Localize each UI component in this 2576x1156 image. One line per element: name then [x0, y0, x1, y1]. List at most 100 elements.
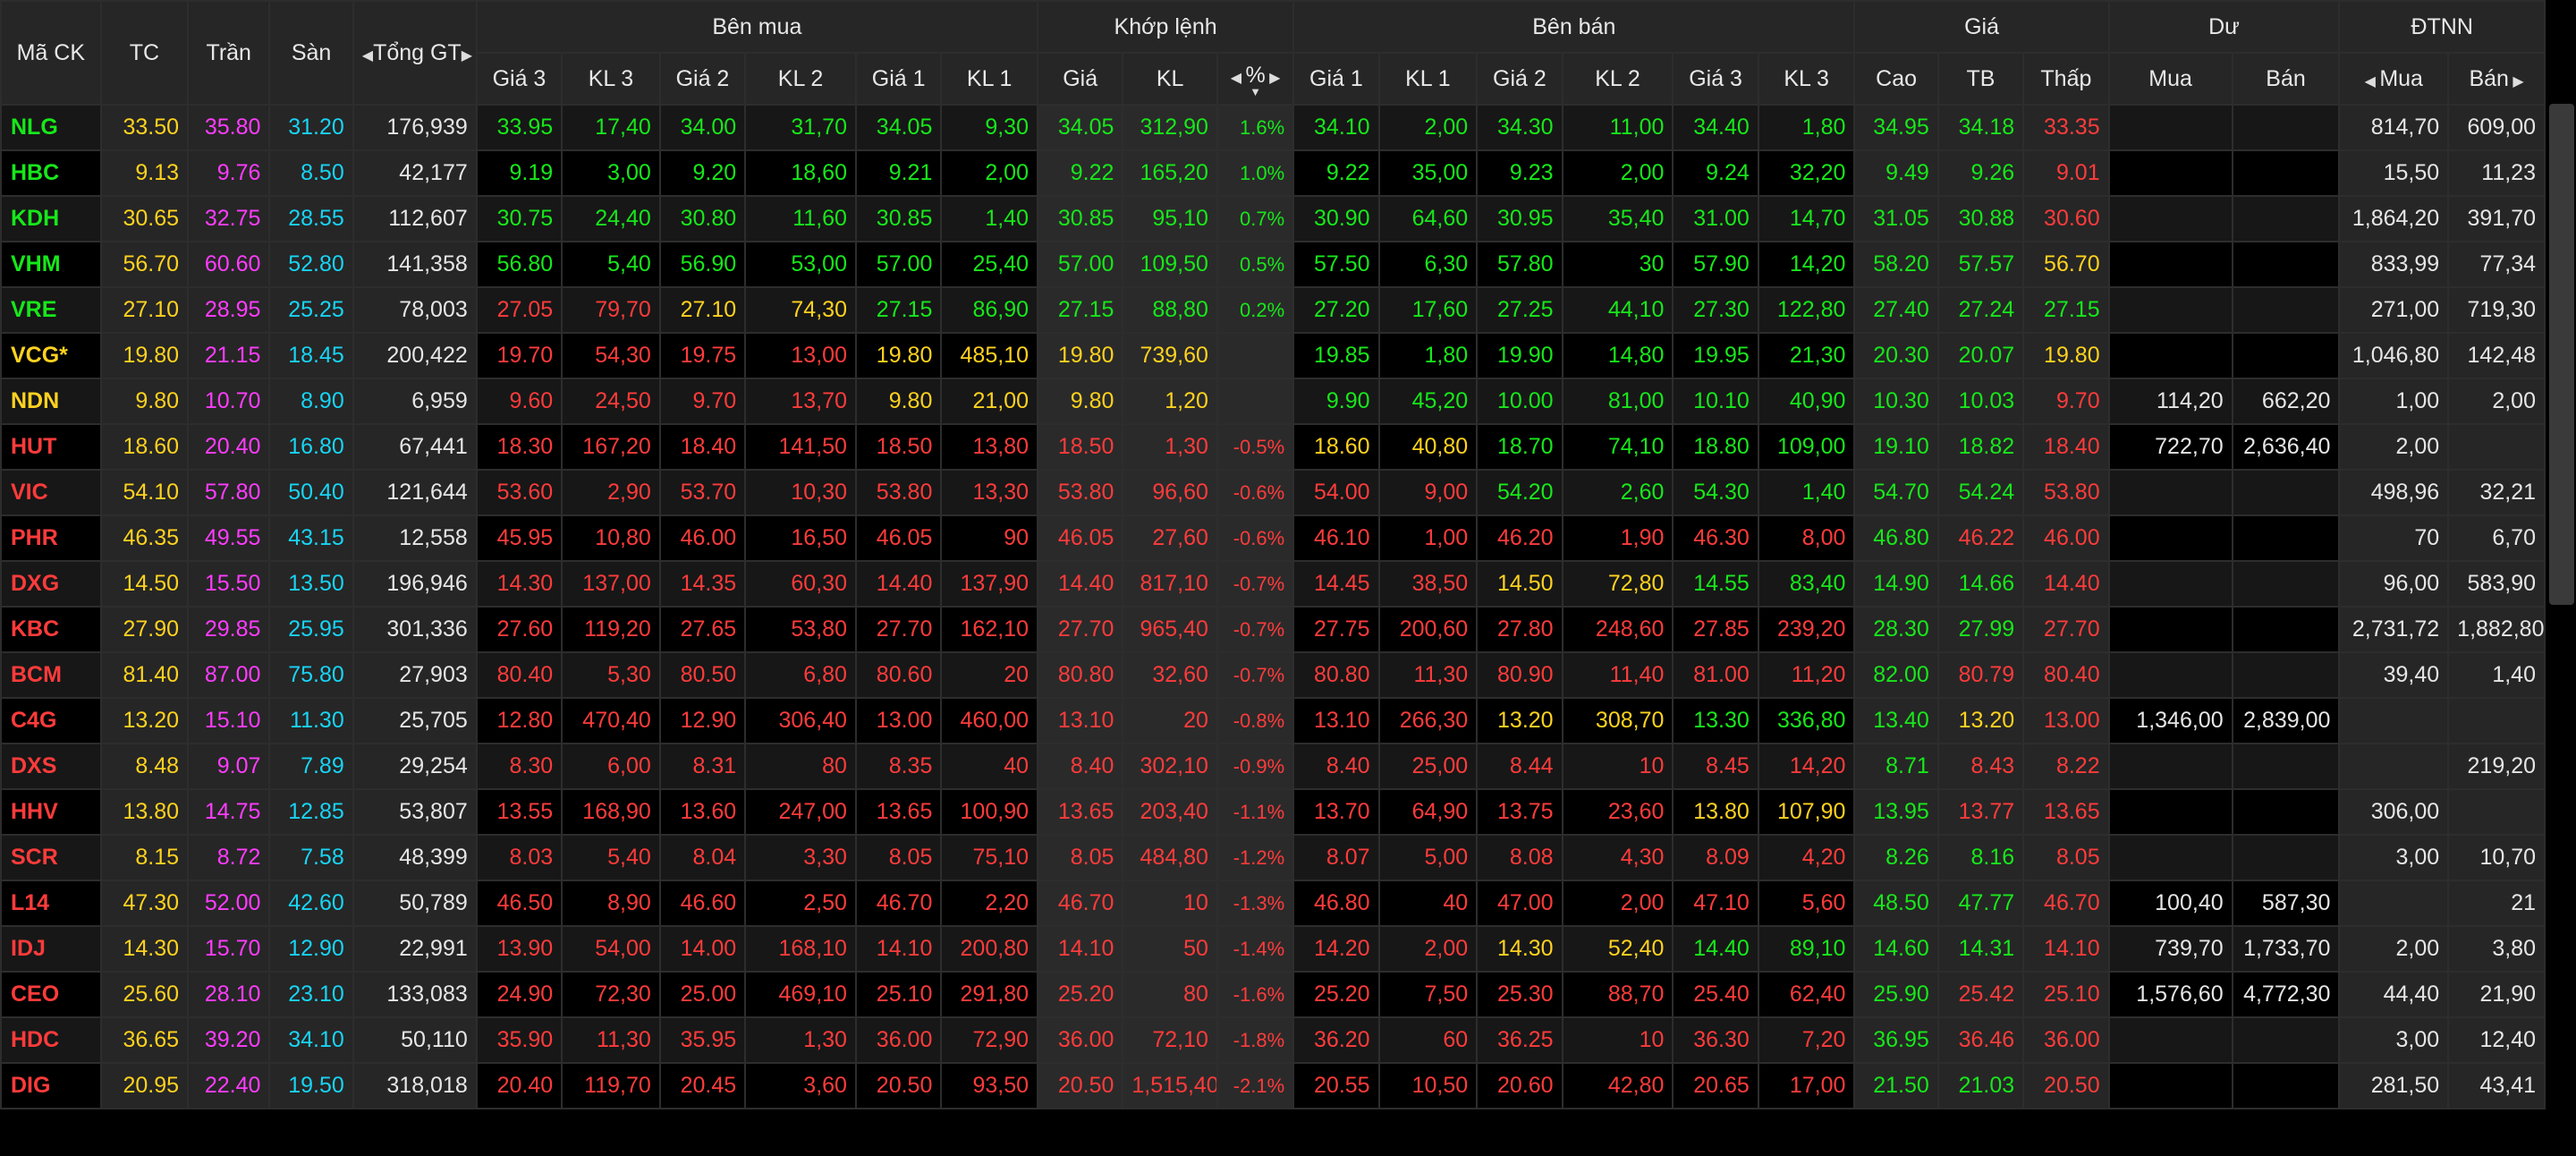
buy-vol-3: 10,80 — [561, 514, 661, 562]
caret-right-icon[interactable]: ▶ — [1266, 71, 1280, 86]
buy-price-2: 12.90 — [658, 697, 747, 744]
caret-right-icon[interactable]: ▶ — [2509, 74, 2523, 89]
col-sell-kl1[interactable]: KL 1 — [1377, 52, 1479, 106]
table-row[interactable]: HHV 13.80 14.75 12.85 53,807 13.55 168,90 13.60… — [0, 788, 2546, 836]
table-row[interactable]: L14 47.30 52.00 42.60 50,789 46.50 8,90 46.60 2,… — [0, 880, 2546, 927]
col-sell-kl2[interactable]: KL 2 — [1561, 52, 1674, 106]
stock-symbol[interactable]: DXG — [0, 560, 102, 608]
stock-symbol[interactable]: HUT — [0, 423, 102, 471]
col-cao[interactable]: Cao — [1853, 52, 1939, 106]
ref-price: 8.15 — [99, 834, 190, 881]
col-match-pct[interactable]: ◀ % ▶ ▼ — [1216, 52, 1295, 106]
buy-price-2: 8.04 — [658, 834, 747, 881]
table-row[interactable]: DXS 8.48 9.07 7.89 29,254 8.30 6,00 8.31 80 8.35 4… — [0, 743, 2546, 790]
col-tb[interactable]: TB — [1936, 52, 2025, 106]
table-row[interactable]: HUT 18.60 20.40 16.80 67,441 18.30 167,20 18.40… — [0, 423, 2546, 471]
col-sell-gia1[interactable]: Giá 1 — [1292, 52, 1380, 106]
stock-symbol[interactable]: L14 — [0, 880, 102, 927]
stock-symbol[interactable]: SCR — [0, 834, 102, 881]
stock-symbol[interactable]: C4G — [0, 697, 102, 744]
match-vol: 312,90 — [1122, 104, 1218, 151]
stock-symbol[interactable]: HHV — [0, 788, 102, 836]
table-row[interactable]: DIG 20.95 22.40 19.50 318,018 20.40 119,70 20.4… — [0, 1062, 2546, 1109]
sort-desc-icon[interactable]: ▼ — [1226, 86, 1284, 98]
stock-symbol[interactable]: NLG — [0, 104, 102, 151]
table-row[interactable]: C4G 13.20 15.10 11.30 25,705 12.80 470,40 12.90… — [0, 697, 2546, 744]
table-row[interactable]: KBC 27.90 29.85 25.95 301,336 27.60 119,20 27.6… — [0, 606, 2546, 653]
col-sell-gia3[interactable]: Giá 3 — [1672, 52, 1759, 106]
col-dtnn-ban[interactable]: Bán ▶ — [2447, 52, 2546, 106]
foreign-sell: 1,882,80 — [2447, 606, 2546, 653]
stock-symbol[interactable]: PHR — [0, 514, 102, 562]
col-tong-gt[interactable]: ◀Tổng GT▶ — [352, 0, 478, 106]
table-row[interactable]: KDH 30.65 32.75 28.55 112,607 30.75 24,40 30.80… — [0, 195, 2546, 242]
col-tran[interactable]: Trần — [187, 0, 271, 106]
sell-vol-3: 89,10 — [1757, 925, 1856, 973]
col-san[interactable]: Sàn — [268, 0, 354, 106]
sell-vol-2: 44,10 — [1561, 286, 1674, 334]
residual-buy — [2107, 469, 2233, 516]
table-row[interactable]: VRE 27.10 28.95 25.25 78,003 27.05 79,70 27.10 7… — [0, 286, 2546, 334]
caret-left-icon[interactable]: ◀ — [1231, 71, 1246, 86]
buy-vol-1: 162,10 — [940, 606, 1038, 653]
table-row[interactable]: VHM 56.70 60.60 52.80 141,358 56.80 5,40 56.90 5… — [0, 241, 2546, 288]
floor-price: 50.40 — [268, 469, 354, 516]
col-buy-kl1[interactable]: KL 1 — [940, 52, 1038, 106]
table-row[interactable]: IDJ 14.30 15.70 12.90 22,991 13.90 54,00 14.00 1… — [0, 925, 2546, 973]
vertical-scrollbar[interactable] — [2549, 104, 2574, 605]
table-row[interactable]: CEO 25.60 28.10 23.10 133,083 24.90 72,30 25.00… — [0, 971, 2546, 1018]
col-match-kl[interactable]: KL — [1122, 52, 1218, 106]
stock-symbol[interactable]: VIC — [0, 469, 102, 516]
col-buy-gia2[interactable]: Giá 2 — [658, 52, 747, 106]
col-sell-gia2[interactable]: Giá 2 — [1476, 52, 1563, 106]
stock-symbol[interactable]: HDC — [0, 1016, 102, 1064]
col-buy-gia1[interactable]: Giá 1 — [854, 52, 943, 106]
col-sell-kl3[interactable]: KL 3 — [1757, 52, 1856, 106]
table-row[interactable]: HDC 36.65 39.20 34.10 50,110 35.90 11,30 35.95 1… — [0, 1016, 2546, 1064]
buy-price-1: 53.80 — [854, 469, 943, 516]
col-thap[interactable]: Thấp — [2022, 52, 2110, 106]
caret-left-icon[interactable]: ◀ — [2365, 74, 2380, 89]
sell-vol-1: 64,60 — [1377, 195, 1479, 242]
sell-price-3: 10.10 — [1672, 378, 1759, 425]
stock-symbol[interactable]: DIG — [0, 1062, 102, 1109]
col-match-gia[interactable]: Giá — [1036, 52, 1124, 106]
match-price: 9.22 — [1036, 149, 1124, 197]
buy-price-3: 12.80 — [475, 697, 564, 744]
table-row[interactable]: BCM 81.40 87.00 75.80 27,903 80.40 5,30 80.50 6,… — [0, 651, 2546, 699]
col-buy-kl2[interactable]: KL 2 — [744, 52, 857, 106]
caret-right-icon[interactable]: ▶ — [462, 48, 472, 64]
buy-vol-2: 10,30 — [744, 469, 857, 516]
stock-symbol[interactable]: KBC — [0, 606, 102, 653]
col-buy-kl3[interactable]: KL 3 — [561, 52, 661, 106]
table-row[interactable]: VCG* 19.80 21.15 18.45 200,422 19.70 54,30 19.7… — [0, 332, 2546, 379]
col-ma-ck[interactable]: Mã CK — [0, 0, 102, 106]
col-dtnn-mua[interactable]: ◀ Mua — [2338, 52, 2450, 106]
stock-symbol[interactable]: VRE — [0, 286, 102, 334]
stock-symbol[interactable]: CEO — [0, 971, 102, 1018]
table-row[interactable]: HBC 9.13 9.76 8.50 42,177 9.19 3,00 9.20 18,60 9.… — [0, 149, 2546, 197]
stock-symbol[interactable]: VHM — [0, 241, 102, 288]
stock-symbol[interactable]: HBC — [0, 149, 102, 197]
table-row[interactable]: VIC 54.10 57.80 50.40 121,644 53.60 2,90 53.70 1… — [0, 469, 2546, 516]
stock-symbol[interactable]: DXS — [0, 743, 102, 790]
table-row[interactable]: DXG 14.50 15.50 13.50 196,946 14.30 137,00 14.3… — [0, 560, 2546, 608]
table-row[interactable]: SCR 8.15 8.72 7.58 48,399 8.03 5,40 8.04 3,30 8.0… — [0, 834, 2546, 881]
stock-symbol[interactable]: KDH — [0, 195, 102, 242]
col-du-mua[interactable]: Mua — [2107, 52, 2233, 106]
col-du-ban[interactable]: Bán — [2231, 52, 2341, 106]
table-row[interactable]: PHR 46.35 49.55 43.15 12,558 45.95 10,80 46.00 1… — [0, 514, 2546, 562]
stock-symbol[interactable]: BCM — [0, 651, 102, 699]
stock-symbol[interactable]: IDJ — [0, 925, 102, 973]
residual-sell: 2,839,00 — [2231, 697, 2341, 744]
sell-vol-2: 11,40 — [1561, 651, 1674, 699]
col-tc[interactable]: TC — [99, 0, 190, 106]
stock-symbol[interactable]: VCG* — [0, 332, 102, 379]
stock-symbol[interactable]: NDN — [0, 378, 102, 425]
col-buy-gia3[interactable]: Giá 3 — [475, 52, 564, 106]
buy-vol-1: 291,80 — [940, 971, 1038, 1018]
caret-left-icon[interactable]: ◀ — [362, 48, 373, 64]
col-tong-gt-label: Tổng GT — [373, 39, 462, 65]
table-row[interactable]: NDN 9.80 10.70 8.90 6,959 9.60 24,50 9.70 13,70 9… — [0, 378, 2546, 425]
table-row[interactable]: NLG 33.50 35.80 31.20 176,939 33.95 17,40 34.00… — [0, 104, 2546, 151]
